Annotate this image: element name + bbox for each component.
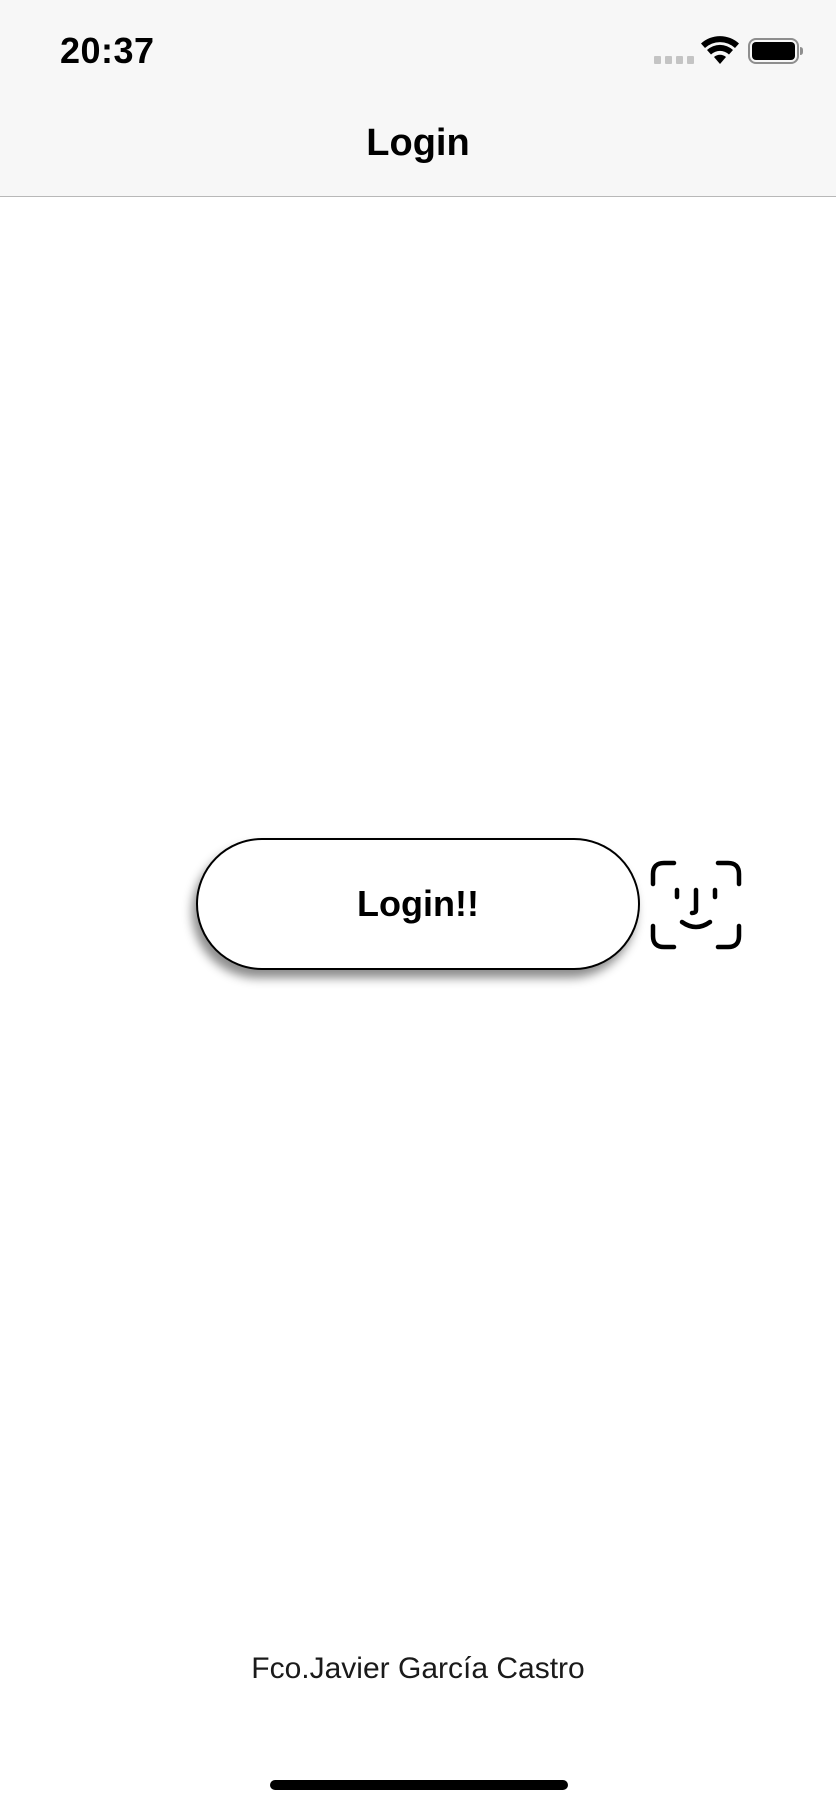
home-indicator[interactable] xyxy=(270,1780,568,1790)
status-time: 20:37 xyxy=(60,30,155,71)
login-screen: 20:37 Login Login!! Fco.Javier García Ca… xyxy=(0,0,836,1811)
login-button[interactable]: Login!! xyxy=(196,838,640,970)
cellular-signal-icon xyxy=(654,56,694,64)
battery-icon xyxy=(748,38,803,64)
login-button-label: Login!! xyxy=(357,883,479,924)
wifi-icon xyxy=(701,36,739,64)
top-bar: 20:37 Login xyxy=(0,0,836,197)
face-id-icon[interactable] xyxy=(650,860,742,950)
page-title: Login xyxy=(366,122,470,164)
author-credit: Fco.Javier García Castro xyxy=(251,1652,585,1685)
